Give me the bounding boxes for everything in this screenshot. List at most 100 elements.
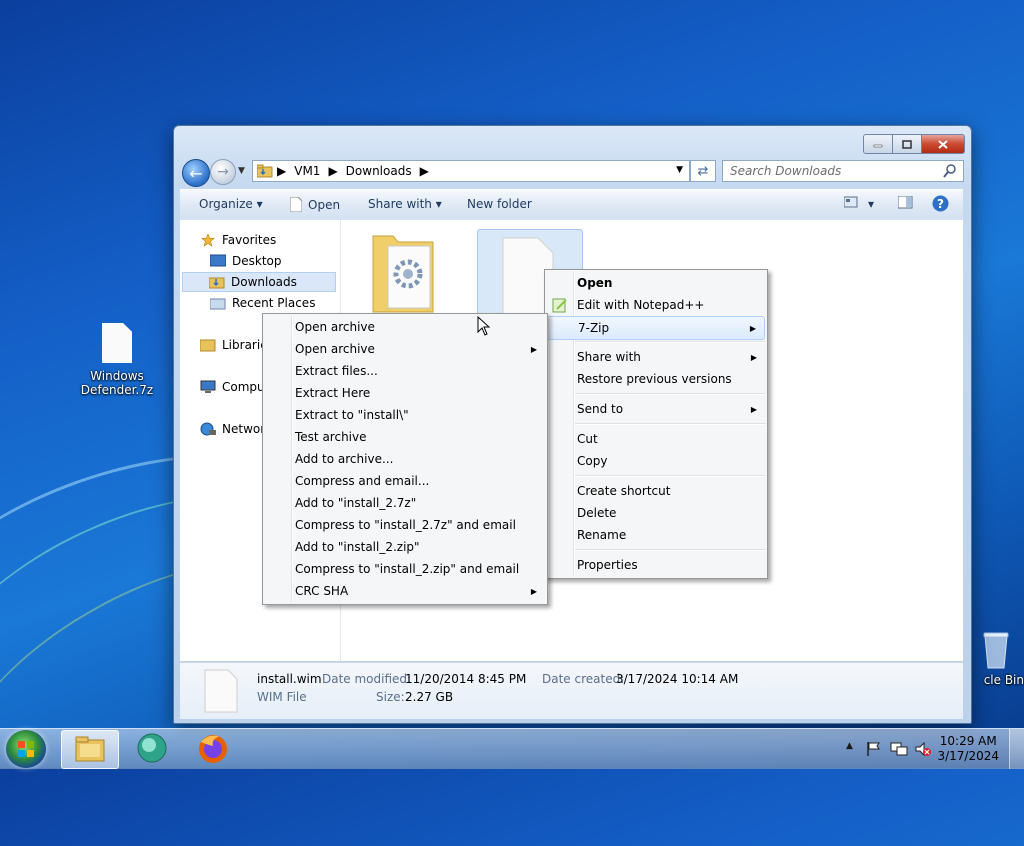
- refresh-button[interactable]: ⇄: [690, 160, 716, 182]
- menu-item-compress-7z-email[interactable]: Compress to "install_2.7z" and email: [265, 514, 545, 536]
- menu-item-7zip[interactable]: 7-Zip ▶: [547, 316, 765, 340]
- menu-separator: [575, 341, 765, 343]
- recycle-bin-icon: [983, 632, 1009, 669]
- menu-item-label: 7-Zip: [578, 321, 610, 335]
- close-button[interactable]: [922, 134, 965, 154]
- show-hidden-icons-button[interactable]: ▲: [846, 741, 853, 751]
- document-icon: [290, 197, 302, 212]
- menu-item-add-to-7z[interactable]: Add to "install_2.7z": [265, 492, 545, 514]
- new-folder-label: New folder: [467, 197, 532, 211]
- menu-item-restore-previous[interactable]: Restore previous versions: [547, 368, 765, 390]
- details-filetype: WIM File: [257, 690, 307, 704]
- desktop-icon: [210, 254, 226, 267]
- details-pane: install.wim WIM File Date modified: 11/2…: [180, 662, 963, 719]
- chevron-down-icon[interactable]: ▼: [676, 165, 683, 175]
- menu-item-crc-sha[interactable]: CRC SHA ▶: [265, 580, 545, 602]
- close-icon: [938, 139, 948, 149]
- share-with-button[interactable]: Share with ▾: [368, 197, 442, 211]
- arrow-right-icon: →: [217, 164, 229, 180]
- file-icon: [204, 669, 238, 713]
- nav-favorites[interactable]: Favorites: [200, 230, 276, 250]
- menu-item-send-to[interactable]: Send to ▶: [547, 398, 765, 420]
- menu-item-rename[interactable]: Rename: [547, 524, 765, 546]
- menu-item-label: Compress to "install_2.zip" and email: [295, 562, 520, 576]
- search-input[interactable]: Search Downloads: [722, 160, 964, 182]
- menu-item-label: Add to "install_2.zip": [295, 540, 420, 554]
- taskbar-firefox[interactable]: [185, 730, 241, 767]
- start-button[interactable]: [6, 730, 46, 768]
- submenu-arrow-icon: ▶: [530, 586, 537, 596]
- details-date-created: 3/17/2024 10:14 AM: [616, 672, 739, 686]
- menu-item-extract-to[interactable]: Extract to "install\": [265, 404, 545, 426]
- nav-desktop[interactable]: Desktop: [210, 251, 282, 271]
- menu-item-add-to-archive[interactable]: Add to archive...: [265, 448, 545, 470]
- menu-item-label: Rename: [577, 528, 627, 542]
- menu-item-copy[interactable]: Copy: [547, 450, 765, 472]
- back-button[interactable]: ←: [182, 159, 210, 187]
- system-clock[interactable]: 10:29 AM 3/17/2024: [937, 734, 999, 764]
- network-tray-icon[interactable]: [890, 741, 908, 757]
- organize-button[interactable]: Organize ▾: [199, 197, 263, 211]
- menu-item-label: Add to archive...: [295, 452, 394, 466]
- new-folder-button[interactable]: New folder: [467, 197, 532, 211]
- preview-pane-button[interactable]: [897, 195, 913, 212]
- menu-item-properties[interactable]: Properties: [547, 554, 765, 576]
- help-button[interactable]: ?: [932, 195, 949, 215]
- submenu-arrow-icon: ▶: [750, 404, 757, 414]
- submenu-arrow-icon: ▶: [530, 344, 537, 354]
- breadcrumb-separator-icon: ▶: [419, 164, 429, 178]
- menu-item-open[interactable]: Open: [547, 272, 765, 294]
- taskbar-explorer[interactable]: [61, 730, 119, 769]
- menu-item-create-shortcut[interactable]: Create shortcut: [547, 480, 765, 502]
- menu-item-label: Cut: [577, 432, 598, 446]
- minimize-icon: [873, 144, 883, 148]
- action-center-flag-icon[interactable]: [866, 741, 882, 757]
- breadcrumb-downloads[interactable]: Downloads: [346, 164, 412, 178]
- submenu-arrow-icon: ▶: [750, 352, 757, 362]
- menu-item-compress-zip-email[interactable]: Compress to "install_2.zip" and email: [265, 558, 545, 580]
- share-with-label: Share with: [368, 197, 432, 211]
- folder-icon: [75, 736, 105, 762]
- menu-item-label: Delete: [577, 506, 617, 520]
- menu-item-test-archive[interactable]: Test archive: [265, 426, 545, 448]
- nav-recent-label: Recent Places: [232, 296, 316, 310]
- menu-item-open-archive-submenu[interactable]: Open archive ▶: [265, 338, 545, 360]
- menu-item-share-with[interactable]: Share with ▶: [547, 346, 765, 368]
- nav-recent-places[interactable]: Recent Places: [210, 293, 315, 313]
- open-button[interactable]: Open: [290, 197, 340, 212]
- menu-item-open-archive[interactable]: Open archive: [265, 316, 545, 338]
- menu-item-compress-and-email[interactable]: Compress and email...: [265, 470, 545, 492]
- recent-pages-dropdown[interactable]: ▼: [238, 166, 245, 176]
- menu-item-edit-notepad[interactable]: Edit with Notepad++: [547, 294, 765, 316]
- address-bar[interactable]: ▶ VM1 ▶ Downloads ▶ ▼: [252, 160, 690, 182]
- settings-file-icon: [372, 235, 434, 313]
- menu-separator: [575, 475, 765, 477]
- nav-downloads[interactable]: Downloads: [182, 272, 336, 292]
- menu-item-add-to-zip[interactable]: Add to "install_2.zip": [265, 536, 545, 558]
- taskbar-app[interactable]: [124, 730, 180, 767]
- show-desktop-button[interactable]: [1009, 729, 1024, 769]
- view-options-dropdown[interactable]: ▾: [868, 197, 874, 211]
- taskbar: ▲ 10:29 AM 3/17/2024: [0, 728, 1024, 769]
- downloads-folder-icon: [209, 277, 225, 289]
- menu-item-cut[interactable]: Cut: [547, 428, 765, 450]
- breadcrumb-separator-icon: ▶: [328, 164, 338, 178]
- menu-item-label: Send to: [577, 402, 624, 416]
- menu-item-extract-here[interactable]: Extract Here: [265, 382, 545, 404]
- menu-item-extract-files[interactable]: Extract files...: [265, 360, 545, 382]
- file-item-folder[interactable]: [368, 226, 438, 316]
- breadcrumb-vm1[interactable]: VM1: [294, 164, 320, 178]
- minimize-button[interactable]: [863, 134, 893, 154]
- libraries-icon: [200, 339, 216, 352]
- maximize-button[interactable]: [893, 134, 922, 154]
- preview-pane-icon: [897, 195, 913, 209]
- menu-item-label: Copy: [577, 454, 608, 468]
- desktop-icon-windows-defender[interactable]: Windows Defender.7z: [77, 323, 157, 397]
- volume-muted-icon[interactable]: [914, 741, 932, 757]
- forward-button[interactable]: →: [210, 159, 236, 185]
- menu-item-label: Add to "install_2.7z": [295, 496, 417, 510]
- menu-item-delete[interactable]: Delete: [547, 502, 765, 524]
- nav-computer[interactable]: Comput: [200, 377, 269, 397]
- menu-separator: [575, 549, 765, 551]
- change-view-button[interactable]: [843, 196, 858, 211]
